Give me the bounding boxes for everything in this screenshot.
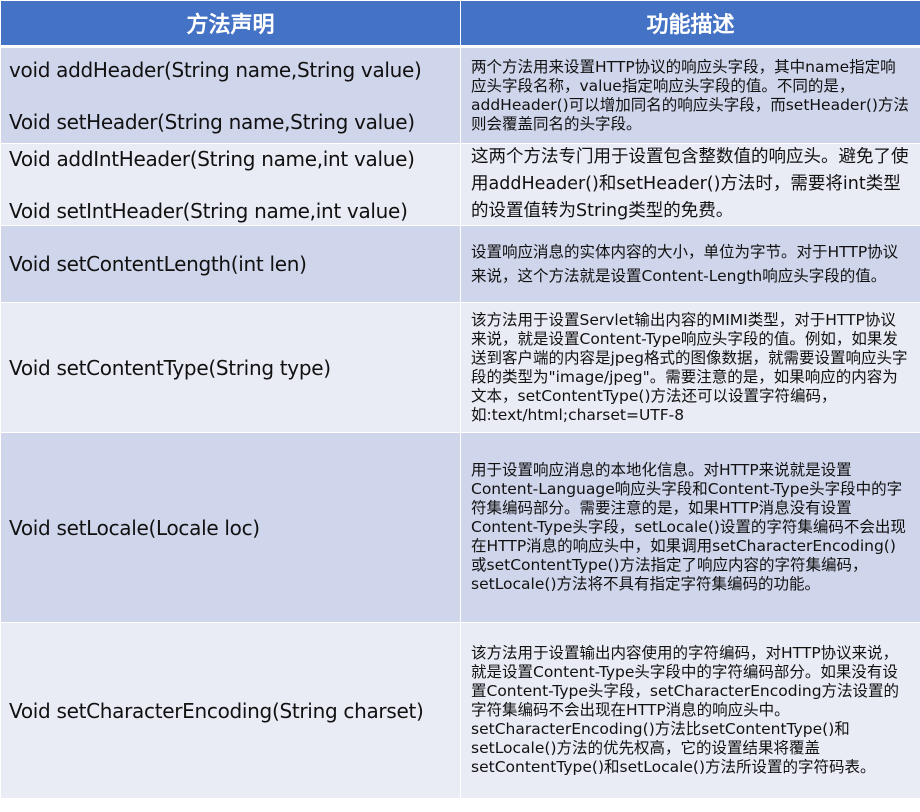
table-row: Void setLocale(Locale loc) 用于设置响应消息的本地化信… — [0, 432, 920, 623]
method-cell: Void setContentLength(int len) — [0, 225, 461, 303]
header-row: 方法声明 功能描述 — [0, 0, 920, 48]
method-cell: Void setLocale(Locale loc) — [0, 432, 461, 623]
method-table: 方法声明 功能描述 void addHeader(String name,Str… — [0, 0, 920, 799]
method-cell: Void setCharacterEncoding(String charset… — [0, 622, 461, 799]
method-cell: Void addIntHeader(String name,int value)… — [0, 143, 461, 226]
description-cell: 该方法用于设置输出内容使用的字符编码，对HTTP协议来说，就是设置Content… — [460, 622, 920, 799]
table-row: Void setContentLength(int len) 设置响应消息的实体… — [0, 225, 920, 303]
method-cell: Void setContentType(String type) — [0, 302, 461, 433]
header-method-declaration: 方法声明 — [0, 0, 461, 48]
description-cell: 设置响应消息的实体内容的大小，单位为字节。对于HTTP协议来说，这个方法就是设置… — [460, 225, 920, 303]
description-cell: 这两个方法专门用于设置包含整数值的响应头。避免了使用addHeader()和se… — [460, 143, 920, 226]
description-cell: 该方法用于设置Servlet输出内容的MIMI类型，对于HTTP协议来说，就是设… — [460, 302, 920, 433]
table-row: Void addIntHeader(String name,int value)… — [0, 143, 920, 226]
method-signature: void addHeader(String name,String value) — [9, 57, 422, 82]
method-signature: Void setHeader(String name,String value) — [9, 109, 415, 134]
description-cell: 用于设置响应消息的本地化信息。对HTTP来说就是设置Content-Langua… — [460, 432, 920, 623]
header-function-description: 功能描述 — [460, 0, 920, 48]
method-signature: Void addIntHeader(String name,int value) — [9, 146, 415, 171]
method-signature: Void setCharacterEncoding(String charset… — [9, 698, 424, 723]
method-signature: Void setContentType(String type) — [9, 355, 331, 380]
table-row: void addHeader(String name,String value)… — [0, 46, 920, 144]
method-signature: Void setContentLength(int len) — [9, 252, 307, 276]
table-row: Void setCharacterEncoding(String charset… — [0, 622, 920, 799]
method-cell: void addHeader(String name,String value)… — [0, 46, 461, 144]
table-row: Void setContentType(String type) 该方法用于设置… — [0, 302, 920, 433]
method-signature: Void setLocale(Locale loc) — [9, 515, 260, 540]
method-signature: Void setIntHeader(String name,int value) — [9, 198, 408, 223]
description-cell: 两个方法用来设置HTTP协议的响应头字段，其中name指定响应头字段名称，val… — [460, 46, 920, 144]
